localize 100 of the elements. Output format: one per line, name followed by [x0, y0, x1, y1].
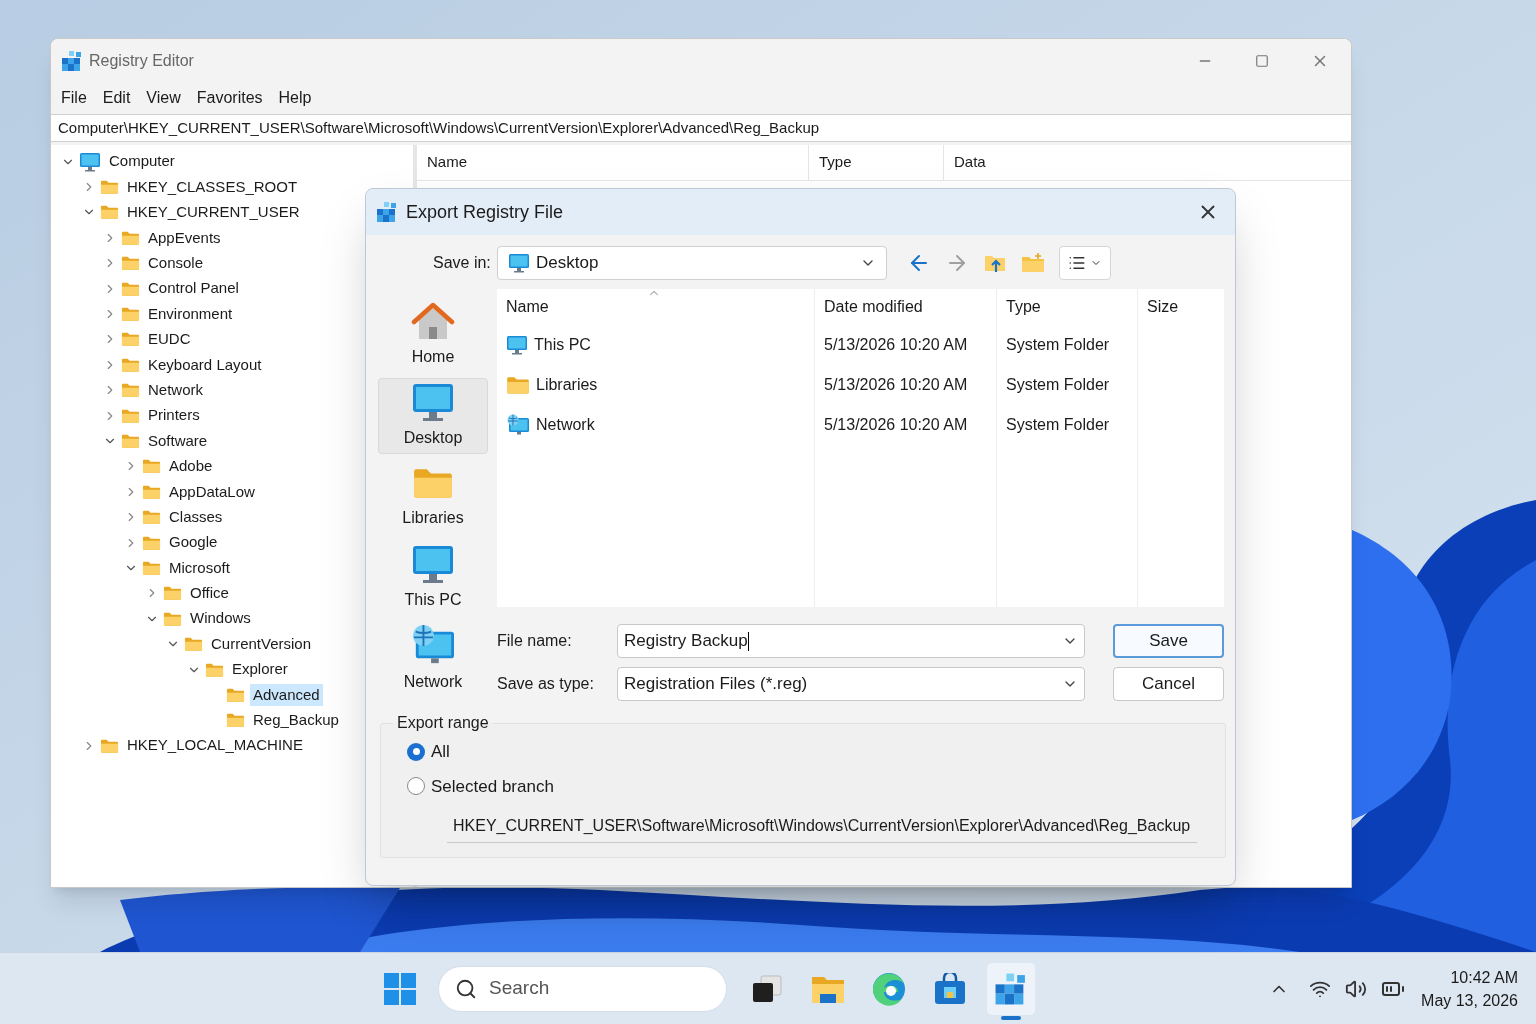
- tree-item[interactable]: Explorer: [229, 658, 291, 681]
- shopping-bag-icon[interactable]: [933, 972, 967, 1005]
- date-modified: 5/13/2026 10:20 AM: [824, 415, 968, 435]
- tree-item[interactable]: AppEvents: [145, 226, 224, 250]
- folder-icon: [100, 737, 119, 754]
- task-view-icon[interactable]: [752, 974, 782, 1003]
- search-icon: [455, 977, 477, 1000]
- radio-button[interactable]: [407, 742, 425, 761]
- network-icon: [410, 624, 456, 666]
- folder-icon: [121, 280, 140, 297]
- file-name[interactable]: Libraries: [536, 373, 598, 397]
- search-field[interactable]: Search: [438, 965, 727, 1012]
- column-header[interactable]: Data: [944, 145, 1351, 180]
- date-modified: 5/13/2026 10:20 AM: [824, 335, 968, 355]
- folder-icon: [142, 509, 161, 526]
- start-icon[interactable]: [384, 972, 416, 1005]
- tree-item[interactable]: Windows: [187, 607, 254, 630]
- column-header[interactable]: Date modified: [824, 295, 923, 319]
- folder-icon: [100, 204, 119, 221]
- computer-icon: [79, 151, 101, 172]
- column-header[interactable]: Type: [1006, 295, 1041, 319]
- folder-icon: [100, 179, 119, 196]
- maximize-icon[interactable]: [1255, 54, 1269, 68]
- view-menu-button[interactable]: [1059, 246, 1111, 280]
- folder-icon: [226, 686, 245, 703]
- menu-item[interactable]: Favorites: [196, 86, 263, 110]
- folder-icon: [121, 306, 140, 323]
- network-icon: [506, 414, 530, 436]
- export-range-title: Export range: [396, 713, 490, 733]
- tree-item[interactable]: Control Panel: [145, 277, 242, 300]
- clock[interactable]: 10:42 AM May 13, 2026: [1421, 965, 1518, 1012]
- folder-icon: [226, 712, 245, 729]
- folder-icon: [205, 661, 224, 678]
- folder-icon: [121, 382, 140, 399]
- monitor-icon: [506, 335, 528, 355]
- tree-item[interactable]: Adobe: [166, 455, 216, 478]
- tree-item[interactable]: Environment: [145, 302, 236, 326]
- radio-label[interactable]: Selected branch: [431, 773, 554, 799]
- folder-icon: [142, 559, 161, 576]
- browser-icon[interactable]: [872, 971, 906, 1006]
- tree-item[interactable]: CurrentVersion: [208, 632, 315, 656]
- folder-icon: [506, 375, 530, 395]
- tree-item[interactable]: Keyboard Layout: [145, 353, 265, 377]
- place-item[interactable]: Libraries: [378, 459, 488, 535]
- menu-item[interactable]: File: [61, 86, 87, 110]
- tree-item[interactable]: Google: [166, 531, 221, 554]
- desktop-icon: [411, 382, 455, 422]
- address-bar[interactable]: Computer\HKEY_CURRENT_USER\Software\Microsoft\Windows\CurrentVersion\Explorer\Advanced\Reg_Backup: [51, 114, 1351, 142]
- tree-item[interactable]: Computer: [106, 150, 178, 173]
- tree-item[interactable]: HKEY_CLASSES_ROOT: [124, 175, 301, 199]
- tree-item[interactable]: HKEY_CURRENT_USER: [124, 201, 303, 224]
- desktop-icon: [508, 253, 530, 273]
- tree-item[interactable]: Console: [145, 252, 207, 275]
- place-item[interactable]: Desktop: [378, 378, 488, 454]
- radio-button[interactable]: [407, 777, 425, 796]
- tree-item[interactable]: Network: [145, 378, 206, 402]
- tree-item[interactable]: AppDataLow: [166, 480, 258, 503]
- tree-item[interactable]: HKEY_LOCAL_MACHINE: [124, 734, 306, 757]
- place-item[interactable]: This PC: [378, 540, 488, 616]
- tree-item[interactable]: Classes: [166, 505, 226, 529]
- menu-item[interactable]: View: [146, 86, 181, 110]
- cubes-icon: [994, 971, 1028, 1006]
- cubes-icon: [376, 201, 398, 223]
- list-view-icon: [1068, 254, 1086, 272]
- file-name-field[interactable]: Registry Backup: [617, 624, 1085, 658]
- folder-icon: [121, 255, 140, 272]
- tree-item[interactable]: Software: [145, 429, 211, 453]
- folder-icon: [121, 407, 140, 424]
- dialog-title: Export Registry File: [406, 200, 564, 224]
- tree-item[interactable]: Printers: [145, 404, 203, 427]
- place-item[interactable]: Network: [378, 621, 488, 697]
- cancel-button[interactable]: Cancel: [1113, 667, 1224, 701]
- file-type: System Folder: [1006, 415, 1110, 435]
- radio-label[interactable]: All: [431, 739, 450, 765]
- save-button[interactable]: Save: [1113, 624, 1224, 658]
- column-header[interactable]: Name: [506, 295, 549, 319]
- column-header[interactable]: Size: [1147, 295, 1179, 319]
- folder-icon: [121, 331, 140, 348]
- folder-icon: [121, 356, 140, 373]
- file-name[interactable]: This PC: [534, 333, 591, 357]
- save-in-dropdown[interactable]: Desktop: [497, 246, 887, 280]
- menu-item[interactable]: Edit: [102, 86, 131, 110]
- folder-icon: [163, 585, 182, 602]
- tree-item[interactable]: Advanced: [250, 683, 323, 707]
- save-in-label: Save in:: [433, 253, 492, 273]
- tree-item[interactable]: EUDC: [145, 328, 194, 351]
- cubes-icon: [61, 50, 83, 72]
- column-header[interactable]: Type: [809, 145, 944, 180]
- active-indicator: [1001, 1015, 1021, 1020]
- tree-item[interactable]: Microsoft: [166, 556, 233, 580]
- monitor-icon: [411, 544, 455, 584]
- column-header[interactable]: Name: [417, 145, 809, 180]
- save-as-type-dropdown[interactable]: Registration Files (*.reg): [617, 667, 1085, 701]
- branch-path-field[interactable]: HKEY_CURRENT_USER\Software\Microsoft\Windows\CurrentVersion\Explorer\Advanced\Reg_Backup: [447, 809, 1197, 843]
- file-name[interactable]: Network: [536, 413, 595, 437]
- place-item[interactable]: Home: [378, 297, 488, 373]
- menu-item[interactable]: Help: [278, 86, 312, 110]
- tree-item[interactable]: Reg_Backup: [250, 709, 342, 732]
- tree-item[interactable]: Office: [187, 582, 232, 605]
- house-icon: [411, 301, 455, 341]
